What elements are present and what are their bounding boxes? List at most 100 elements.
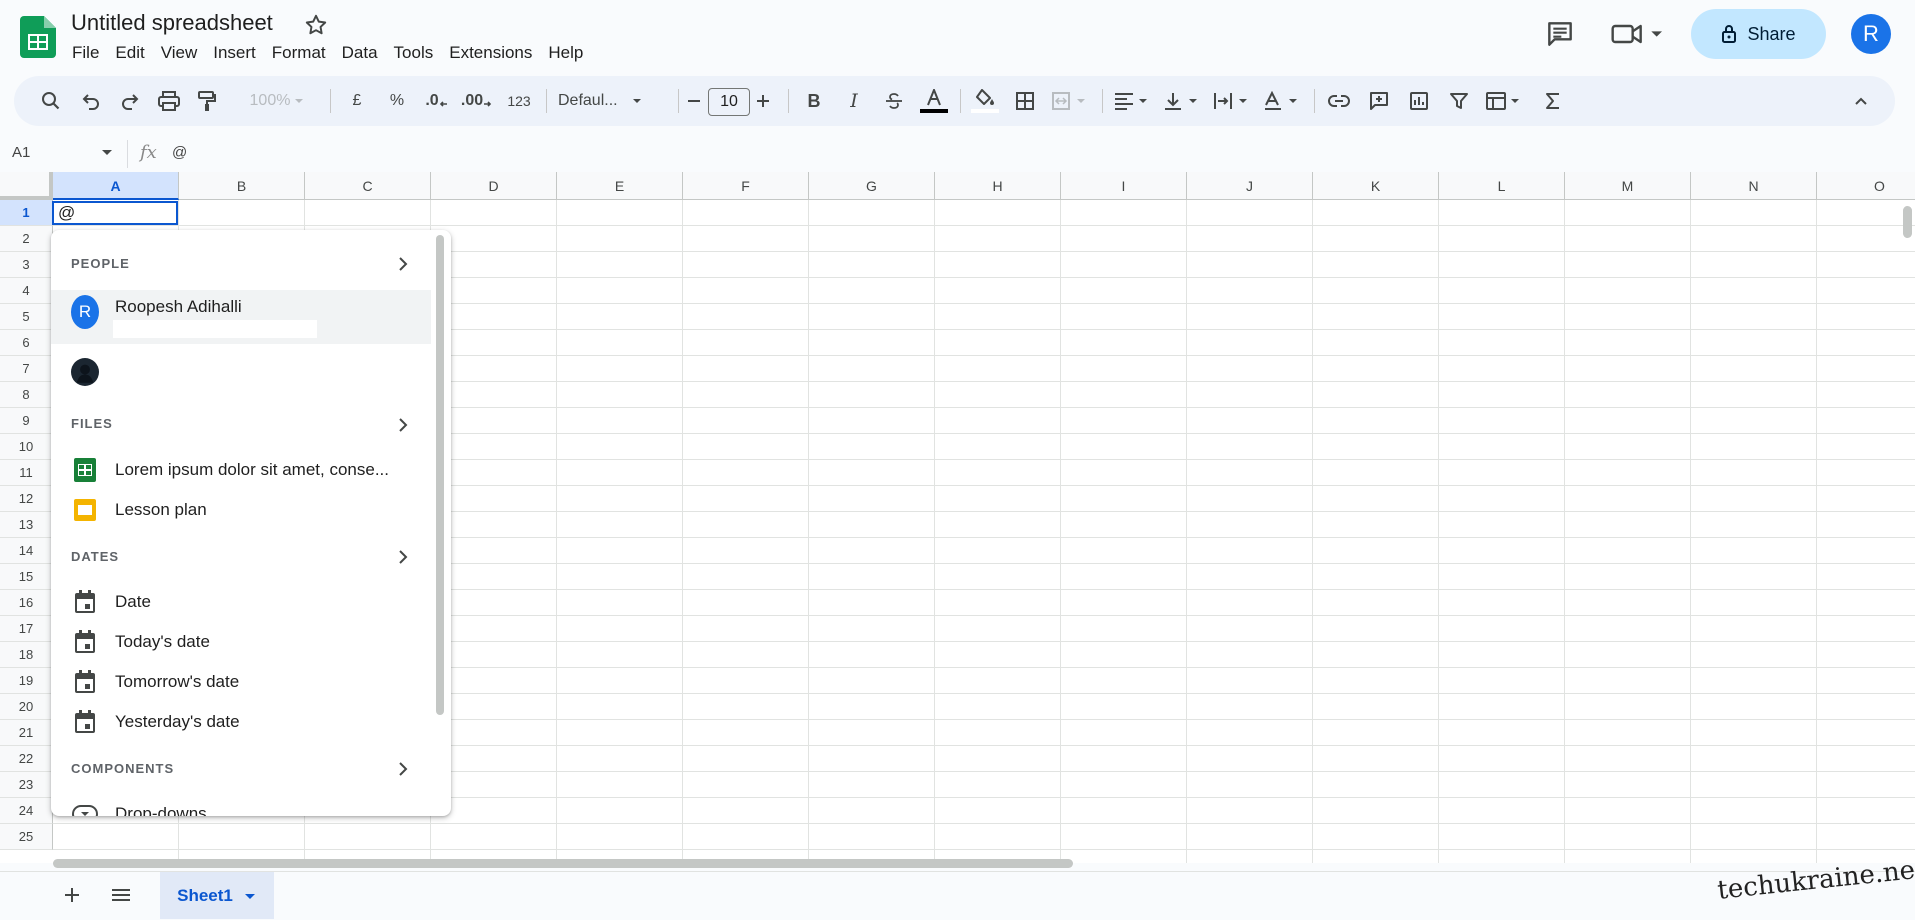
menu-insert[interactable]: Insert: [205, 42, 264, 64]
name-box[interactable]: A1: [12, 144, 112, 161]
row-header-13[interactable]: 13: [0, 512, 53, 538]
google-sheets-logo-icon[interactable]: [20, 16, 56, 58]
functions-sigma-icon[interactable]: [1536, 76, 1570, 126]
people-item-2[interactable]: [51, 352, 431, 392]
column-header-m[interactable]: M: [1565, 172, 1691, 200]
files-chevron-right-icon[interactable]: [396, 417, 410, 433]
menu-data[interactable]: Data: [334, 42, 386, 64]
redo-icon[interactable]: [113, 76, 147, 126]
font-family-select[interactable]: Defaul...: [554, 76, 678, 126]
fill-color-icon[interactable]: [968, 76, 1002, 126]
column-header-g[interactable]: G: [809, 172, 935, 200]
row-header-25[interactable]: 25: [0, 824, 53, 850]
select-all-corner[interactable]: [0, 172, 53, 200]
people-chevron-right-icon[interactable]: [396, 256, 410, 272]
row-header-7[interactable]: 7: [0, 356, 53, 382]
row-header-4[interactable]: 4: [0, 278, 53, 304]
components-chevron-right-icon[interactable]: [396, 761, 410, 777]
row-header-5[interactable]: 5: [0, 304, 53, 330]
column-header-n[interactable]: N: [1691, 172, 1817, 200]
add-sheet-icon[interactable]: [62, 885, 82, 905]
increase-decimal-button[interactable]: .00: [460, 76, 494, 126]
row-header-11[interactable]: 11: [0, 460, 53, 486]
document-title[interactable]: Untitled spreadsheet: [71, 10, 273, 36]
format-currency-button[interactable]: £: [340, 76, 374, 126]
date-item-today[interactable]: Today's date: [51, 622, 431, 662]
filter-icon[interactable]: [1442, 76, 1476, 126]
menu-edit[interactable]: Edit: [107, 42, 152, 64]
menu-view[interactable]: View: [153, 42, 206, 64]
row-header-9[interactable]: 9: [0, 408, 53, 434]
column-header-h[interactable]: H: [935, 172, 1061, 200]
row-header-21[interactable]: 21: [0, 720, 53, 746]
more-formats-button[interactable]: 123: [498, 76, 540, 126]
row-header-23[interactable]: 23: [0, 772, 53, 798]
date-item-tomorrow[interactable]: Tomorrow's date: [51, 662, 431, 702]
menu-help[interactable]: Help: [540, 42, 591, 64]
dates-chevron-right-icon[interactable]: [396, 549, 410, 565]
date-item-yesterday[interactable]: Yesterday's date: [51, 702, 431, 742]
comments-icon[interactable]: [1544, 18, 1576, 50]
print-icon[interactable]: [152, 76, 186, 126]
column-header-f[interactable]: F: [683, 172, 809, 200]
row-header-8[interactable]: 8: [0, 382, 53, 408]
filter-views-icon[interactable]: [1482, 76, 1528, 126]
zoom-select[interactable]: 100%: [236, 76, 322, 126]
insert-link-icon[interactable]: [1322, 76, 1356, 126]
file-item-sheets[interactable]: Lorem ipsum dolor sit amet, conse...: [51, 450, 431, 490]
horizontal-align-icon[interactable]: [1110, 76, 1156, 126]
share-button[interactable]: Share: [1691, 9, 1826, 59]
column-header-c[interactable]: C: [305, 172, 431, 200]
people-item-roopesh[interactable]: R Roopesh Adihalli: [51, 290, 431, 344]
name-box-caret-icon[interactable]: [101, 149, 113, 157]
sheet-tab[interactable]: Sheet1: [160, 872, 274, 919]
column-header-k[interactable]: K: [1313, 172, 1439, 200]
active-cell-a1[interactable]: @: [52, 201, 178, 225]
text-color-icon[interactable]: [916, 76, 952, 126]
search-menus-icon[interactable]: [34, 76, 68, 126]
borders-icon[interactable]: [1008, 76, 1042, 126]
insert-chart-icon[interactable]: [1402, 76, 1436, 126]
row-header-17[interactable]: 17: [0, 616, 53, 642]
menu-scrollbar[interactable]: [436, 235, 444, 715]
column-header-l[interactable]: L: [1439, 172, 1565, 200]
merge-cells-icon[interactable]: [1048, 76, 1094, 126]
file-item-slides[interactable]: Lesson plan: [51, 490, 431, 530]
text-rotation-icon[interactable]: [1260, 76, 1306, 126]
row-header-15[interactable]: 15: [0, 564, 53, 590]
column-header-a[interactable]: A: [53, 172, 179, 200]
component-item-dropdowns[interactable]: Drop-downs: [51, 794, 431, 816]
row-header-14[interactable]: 14: [0, 538, 53, 564]
row-header-2[interactable]: 2: [0, 226, 53, 252]
vertical-scrollbar[interactable]: [1903, 206, 1912, 238]
date-item-date[interactable]: Date: [51, 582, 431, 622]
row-header-19[interactable]: 19: [0, 668, 53, 694]
row-header-12[interactable]: 12: [0, 486, 53, 512]
formula-input[interactable]: @: [172, 144, 187, 161]
menu-extensions[interactable]: Extensions: [441, 42, 540, 64]
row-header-3[interactable]: 3: [0, 252, 53, 278]
text-wrapping-icon[interactable]: [1210, 76, 1256, 126]
decrease-decimal-button[interactable]: .0: [420, 76, 454, 126]
row-header-22[interactable]: 22: [0, 746, 53, 772]
column-header-d[interactable]: D: [431, 172, 557, 200]
row-header-16[interactable]: 16: [0, 590, 53, 616]
row-header-6[interactable]: 6: [0, 330, 53, 356]
collapse-toolbar-icon[interactable]: [1844, 76, 1878, 126]
row-header-1[interactable]: 1: [0, 200, 53, 226]
menu-tools[interactable]: Tools: [386, 42, 442, 64]
column-header-i[interactable]: I: [1061, 172, 1187, 200]
format-percent-button[interactable]: %: [380, 76, 414, 126]
column-header-e[interactable]: E: [557, 172, 683, 200]
undo-icon[interactable]: [74, 76, 108, 126]
row-header-20[interactable]: 20: [0, 694, 53, 720]
decrease-font-size-icon[interactable]: [682, 76, 706, 126]
column-header-b[interactable]: B: [179, 172, 305, 200]
paint-format-icon[interactable]: [190, 76, 224, 126]
meet-video-icon[interactable]: [1610, 18, 1666, 50]
insert-comment-icon[interactable]: [1362, 76, 1396, 126]
increase-font-size-icon[interactable]: [751, 76, 775, 126]
column-header-j[interactable]: J: [1187, 172, 1313, 200]
all-sheets-menu-icon[interactable]: [110, 885, 132, 905]
row-header-18[interactable]: 18: [0, 642, 53, 668]
